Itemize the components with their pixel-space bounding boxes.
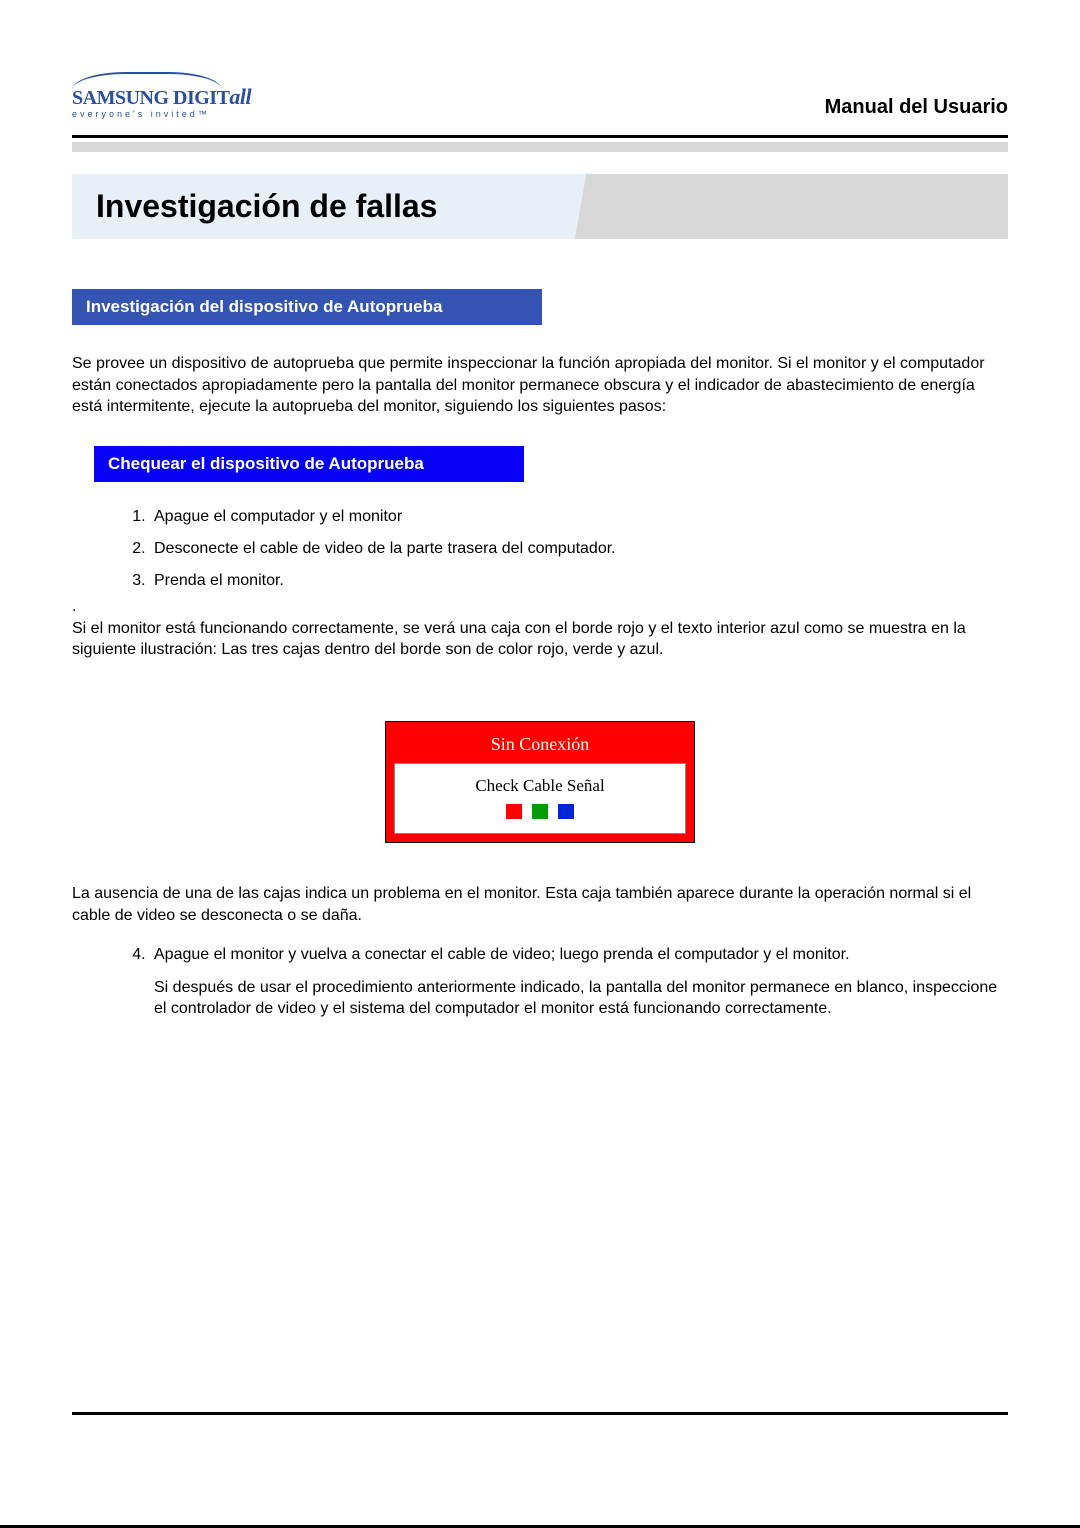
no-signal-inner: Check Cable Señal (394, 763, 686, 834)
green-box-icon (532, 804, 548, 819)
step-item: Desconecte el cable de video de la parte… (150, 540, 1008, 558)
page-bottom-rule (72, 1412, 1008, 1415)
page-title-block: Investigación de fallas (72, 174, 1008, 239)
red-box-icon (506, 804, 522, 819)
step-item-4: Apague el monitor y vuelva a conectar el… (150, 946, 1008, 1020)
steps-list: Apague el computador y el monitor Descon… (150, 508, 1008, 590)
step-item: Apague el computador y el monitor (150, 508, 1008, 526)
stray-dot: . (72, 598, 1008, 616)
step4-text: Apague el monitor y vuelva a conectar el… (154, 946, 850, 963)
no-signal-box: Sin Conexión Check Cable Señal (385, 721, 695, 843)
rgb-boxes (395, 804, 685, 819)
logo-main-b: all (229, 84, 251, 109)
document-page: SAMSUNG DIGITall everyone's invited™ Man… (0, 0, 1080, 1528)
no-signal-title: Sin Conexión (394, 730, 686, 763)
page-header: SAMSUNG DIGITall everyone's invited™ Man… (72, 72, 1008, 129)
step4-sub: Si después de usar el procedimiento ante… (154, 978, 1008, 1020)
after-illustration-paragraph: La ausencia de una de las cajas indica u… (72, 883, 1008, 926)
section-heading-2: Chequear el dispositivo de Autoprueba (94, 446, 524, 482)
section-heading-1: Investigación del dispositivo de Autopru… (72, 289, 542, 325)
title-tail-fill (632, 174, 1008, 239)
title-tail-shape (572, 174, 632, 239)
page-title: Investigación de fallas (72, 174, 572, 239)
section1-intro: Se provee un dispositivo de autoprueba q… (72, 353, 1008, 418)
steps-list-2: Apague el monitor y vuelva a conectar el… (150, 946, 1008, 1020)
blue-box-icon (558, 804, 574, 819)
illustration-wrap: Sin Conexión Check Cable Señal (72, 721, 1008, 843)
result-paragraph: Si el monitor está funcionando correctam… (72, 618, 1008, 661)
header-divider-light (72, 142, 1008, 152)
step-item: Prenda el monitor. (150, 572, 1008, 590)
logo-text: SAMSUNG DIGITall (72, 84, 251, 110)
brand-logo: SAMSUNG DIGITall everyone's invited™ (72, 72, 251, 119)
document-title: Manual del Usuario (825, 96, 1008, 119)
logo-main-a: SAMSUNG DIGIT (72, 87, 229, 109)
header-divider-thick (72, 135, 1008, 138)
no-signal-sub: Check Cable Señal (395, 776, 685, 796)
logo-tagline: everyone's invited™ (72, 109, 210, 119)
